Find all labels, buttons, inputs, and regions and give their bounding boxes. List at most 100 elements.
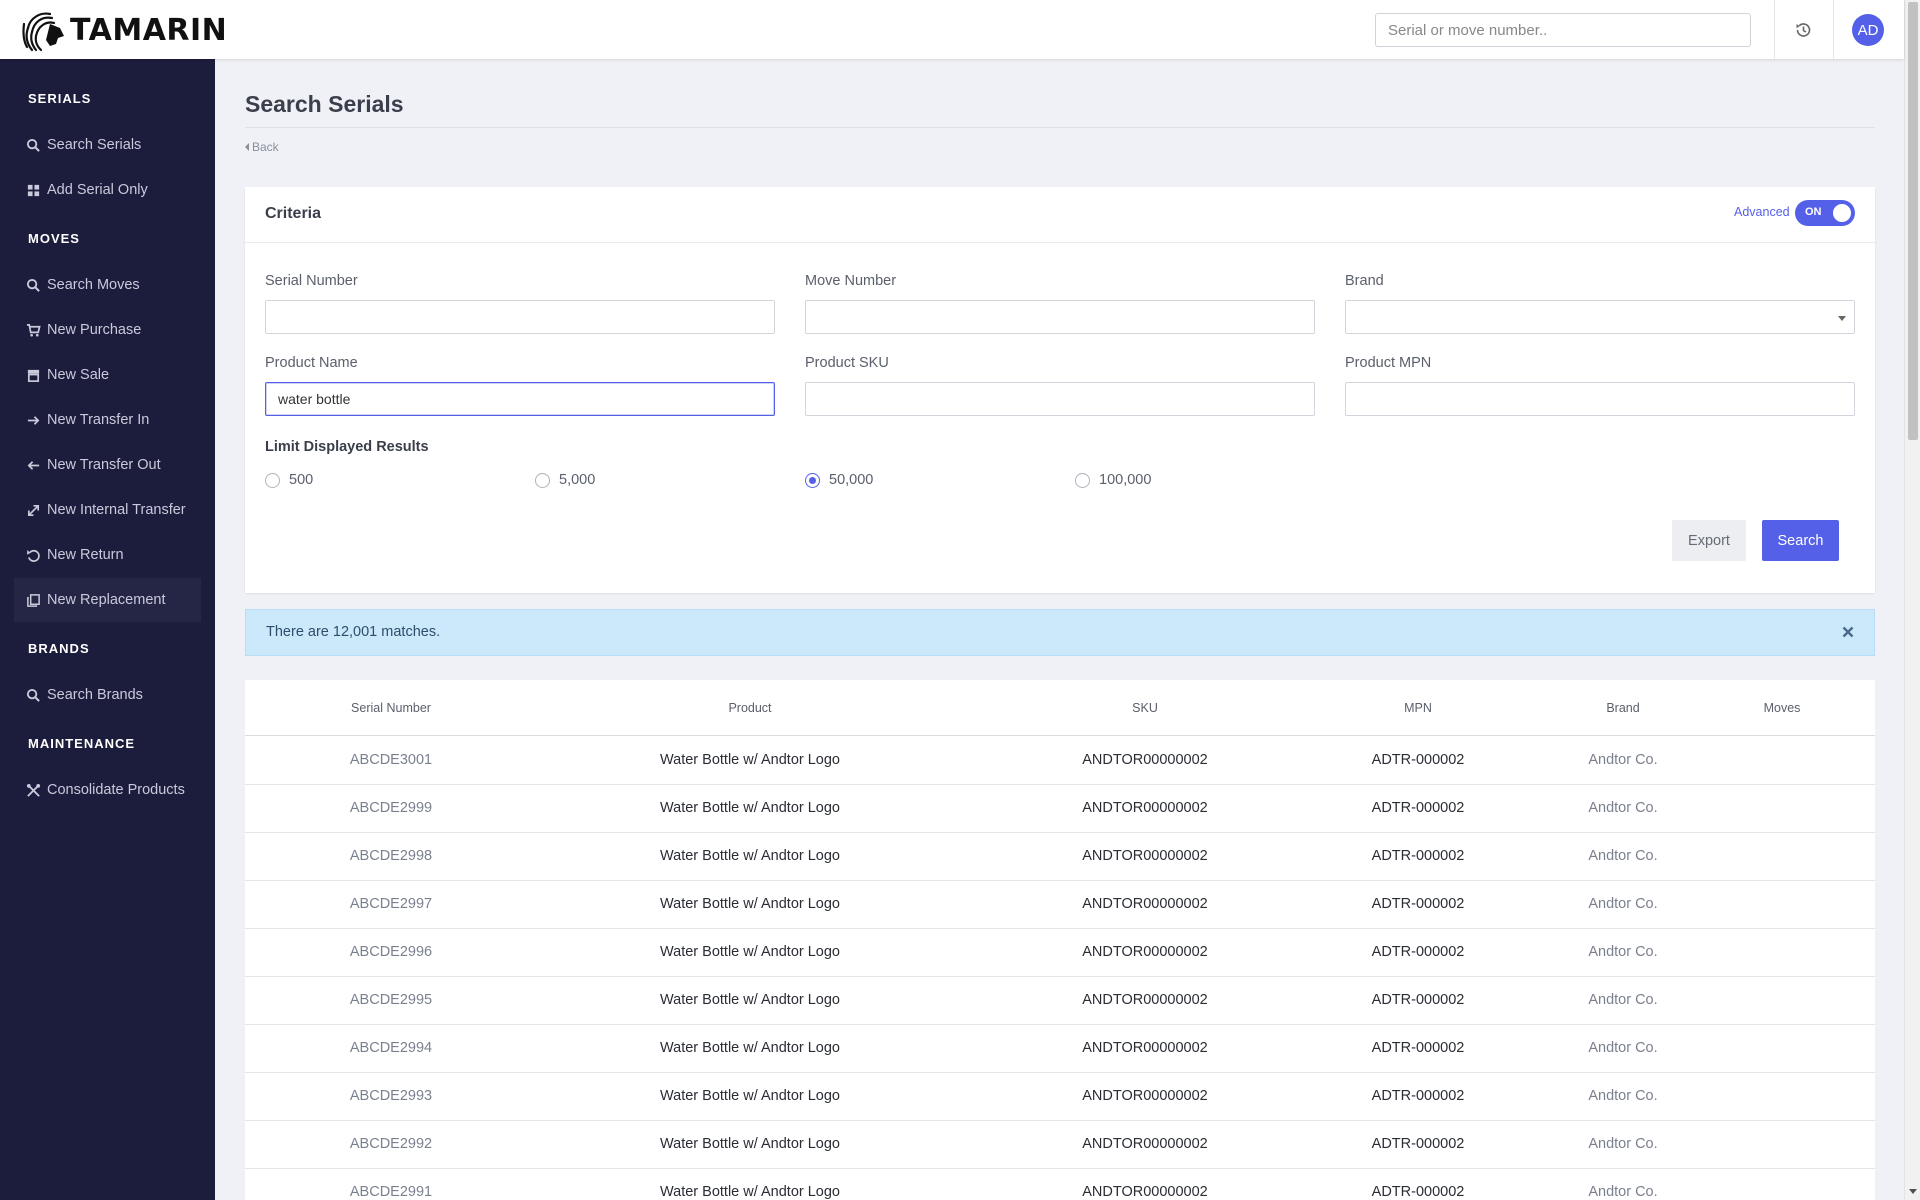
column-header-product[interactable]: Product bbox=[728, 701, 771, 715]
table-row[interactable]: ABCDE2996 Water Bottle w/ Andtor Logo ANDT… bbox=[245, 929, 1875, 977]
table-row[interactable]: ABCDE2991 Water Bottle w/ Andtor Logo ANDT… bbox=[245, 1169, 1875, 1200]
divider bbox=[245, 127, 1875, 128]
brand-cell: Andtor Co. bbox=[1588, 1136, 1658, 1152]
page-scrollbar[interactable] bbox=[1904, 0, 1920, 1200]
history-button[interactable] bbox=[1790, 17, 1816, 43]
serial-number-field[interactable] bbox=[265, 300, 775, 334]
sidebar-item-label: Add Serial Only bbox=[47, 182, 148, 198]
radio-label: 50,000 bbox=[829, 472, 874, 488]
sku-cell: ANDTOR00000002 bbox=[1082, 944, 1208, 960]
column-header-serial[interactable]: Serial Number bbox=[351, 701, 431, 715]
brand-cell: Andtor Co. bbox=[1588, 1040, 1658, 1056]
sidebar-item-search-serials[interactable]: Search Serials bbox=[14, 123, 201, 167]
sidebar-item-new-replacement[interactable]: New Replacement bbox=[14, 578, 201, 622]
column-header-moves[interactable]: Moves bbox=[1764, 701, 1801, 715]
serial-cell[interactable]: ABCDE2995 bbox=[350, 992, 432, 1008]
brand-cell: Andtor Co. bbox=[1588, 800, 1658, 816]
limit-radio-5000[interactable]: 5,000 bbox=[535, 472, 595, 488]
sidebar-item-label: New Purchase bbox=[47, 322, 142, 338]
sku-cell: ANDTOR00000002 bbox=[1082, 1040, 1208, 1056]
close-icon[interactable] bbox=[1840, 624, 1856, 640]
brand-label: Brand bbox=[1345, 273, 1384, 289]
product-cell: Water Bottle w/ Andtor Logo bbox=[659, 800, 841, 816]
serial-cell[interactable]: ABCDE2992 bbox=[350, 1136, 432, 1152]
results-table: Serial Number Product SKU MPN Brand Move… bbox=[245, 680, 1875, 1200]
store-icon bbox=[27, 369, 40, 382]
column-header-brand[interactable]: Brand bbox=[1606, 701, 1639, 715]
product-mpn-label: Product MPN bbox=[1345, 355, 1432, 371]
sidebar-item-new-purchase[interactable]: New Purchase bbox=[14, 308, 201, 352]
serial-cell[interactable]: ABCDE3001 bbox=[350, 752, 432, 768]
sidebar-item-search-brands[interactable]: Search Brands bbox=[14, 673, 201, 717]
product-mpn-field[interactable] bbox=[1345, 382, 1855, 416]
serial-cell[interactable]: ABCDE2993 bbox=[350, 1088, 432, 1104]
limit-radio-50000[interactable]: 50,000 bbox=[805, 472, 873, 488]
sidebar-item-add-serial-only[interactable]: Add Serial Only bbox=[14, 168, 201, 212]
criteria-header: Criteria Advanced ON bbox=[245, 187, 1875, 243]
table-row[interactable]: ABCDE2995 Water Bottle w/ Andtor Logo ANDT… bbox=[245, 977, 1875, 1025]
radio-circle bbox=[805, 472, 820, 488]
sidebar-item-search-moves[interactable]: Search Moves bbox=[14, 263, 201, 307]
table-row[interactable]: ABCDE2997 Water Bottle w/ Andtor Logo ANDT… bbox=[245, 881, 1875, 929]
product-name-field[interactable] bbox=[265, 382, 775, 416]
global-search-input[interactable] bbox=[1375, 13, 1751, 47]
column-header-mpn[interactable]: MPN bbox=[1404, 701, 1432, 715]
sidebar-item-new-internal-transfer[interactable]: New Internal Transfer bbox=[14, 488, 201, 532]
search-button[interactable]: Search bbox=[1762, 520, 1839, 561]
sidebar-item-consolidate-products[interactable]: Consolidate Products bbox=[14, 768, 201, 812]
product-cell: Water Bottle w/ Andtor Logo bbox=[659, 1184, 841, 1200]
results-alert: There are 12,001 matches. bbox=[245, 609, 1875, 656]
table-row[interactable]: ABCDE2999 Water Bottle w/ Andtor Logo ANDT… bbox=[245, 785, 1875, 833]
app-logo[interactable]: TAMARIN bbox=[20, 6, 227, 54]
chevron-down-icon bbox=[1838, 316, 1846, 321]
mpn-cell: ADTR-000002 bbox=[1371, 1040, 1465, 1056]
product-cell: Water Bottle w/ Andtor Logo bbox=[659, 896, 841, 912]
brand-cell: Andtor Co. bbox=[1588, 944, 1658, 960]
brand-cell: Andtor Co. bbox=[1588, 848, 1658, 864]
serial-cell[interactable]: ABCDE2996 bbox=[350, 944, 432, 960]
toggle-knob bbox=[1833, 204, 1851, 222]
export-button[interactable]: Export bbox=[1672, 520, 1746, 561]
sidebar-item-new-sale[interactable]: New Sale bbox=[14, 353, 201, 397]
limit-radio-500[interactable]: 500 bbox=[265, 472, 313, 488]
undo-icon bbox=[26, 549, 40, 562]
radio-circle bbox=[265, 472, 280, 488]
serial-cell[interactable]: ABCDE2997 bbox=[350, 896, 432, 912]
limit-radio-100000[interactable]: 100,000 bbox=[1075, 472, 1151, 488]
sku-cell: ANDTOR00000002 bbox=[1082, 896, 1208, 912]
column-header-sku[interactable]: SKU bbox=[1132, 701, 1158, 715]
advanced-toggle[interactable]: ON bbox=[1795, 200, 1855, 226]
sidebar-item-label: New Internal Transfer bbox=[47, 502, 186, 518]
sidebar-section-maintenance: MAINTENANCE bbox=[28, 736, 136, 751]
sidebar: SERIALS Search Serials Add Serial Only M… bbox=[0, 59, 215, 1200]
sidebar-item-new-transfer-out[interactable]: New Transfer Out bbox=[14, 443, 201, 487]
serial-cell[interactable]: ABCDE2999 bbox=[350, 800, 432, 816]
sidebar-item-label: Search Brands bbox=[47, 687, 143, 703]
product-sku-field[interactable] bbox=[805, 382, 1315, 416]
radio-label: 100,000 bbox=[1099, 472, 1152, 488]
table-row[interactable]: ABCDE3001 Water Bottle w/ Andtor Logo ANDT… bbox=[245, 737, 1875, 785]
table-row[interactable]: ABCDE2993 Water Bottle w/ Andtor Logo ANDT… bbox=[245, 1073, 1875, 1121]
sidebar-item-label: New Transfer In bbox=[47, 412, 150, 428]
sku-cell: ANDTOR00000002 bbox=[1082, 800, 1208, 816]
serial-cell[interactable]: ABCDE2994 bbox=[350, 1040, 432, 1056]
sidebar-item-label: Consolidate Products bbox=[47, 782, 185, 798]
avatar[interactable]: AD bbox=[1852, 14, 1884, 46]
sidebar-item-label: New Return bbox=[47, 547, 124, 563]
sidebar-item-new-return[interactable]: New Return bbox=[14, 533, 201, 577]
table-row[interactable]: ABCDE2992 Water Bottle w/ Andtor Logo ANDT… bbox=[245, 1121, 1875, 1169]
sidebar-item-new-transfer-in[interactable]: New Transfer In bbox=[14, 398, 201, 442]
mpn-cell: ADTR-000002 bbox=[1371, 752, 1465, 768]
brand-cell: Andtor Co. bbox=[1588, 896, 1658, 912]
criteria-card: Criteria Advanced ON Serial Number Move … bbox=[245, 187, 1875, 593]
scroll-thumb[interactable] bbox=[1908, 2, 1918, 440]
table-row[interactable]: ABCDE2994 Water Bottle w/ Andtor Logo ANDT… bbox=[245, 1025, 1875, 1073]
top-bar: TAMARIN AD bbox=[0, 0, 1904, 59]
table-row[interactable]: ABCDE2998 Water Bottle w/ Andtor Logo ANDT… bbox=[245, 833, 1875, 881]
serial-cell[interactable]: ABCDE2991 bbox=[350, 1184, 432, 1200]
brand-select[interactable] bbox=[1345, 300, 1855, 334]
scroll-down-arrow-icon[interactable] bbox=[1909, 1189, 1917, 1194]
move-number-field[interactable] bbox=[805, 300, 1315, 334]
serial-cell[interactable]: ABCDE2998 bbox=[350, 848, 432, 864]
back-link[interactable]: Back bbox=[245, 140, 279, 154]
